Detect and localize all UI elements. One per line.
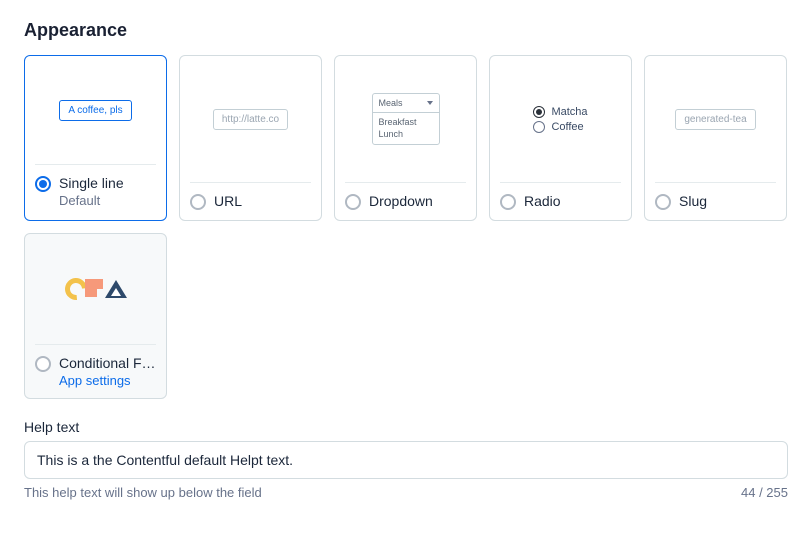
mini-radio-preview: Matcha Coffee [533, 103, 587, 136]
option-radio[interactable]: Matcha Coffee Radio [489, 55, 632, 221]
mini-input-preview: A coffee, pls [59, 100, 131, 121]
help-text-input[interactable] [24, 441, 788, 479]
radio-dropdown[interactable] [345, 194, 361, 210]
option-label: Dropdown [369, 193, 433, 209]
mini-dropdown-selected: Meals [379, 98, 403, 108]
mini-radio-opt: Coffee [551, 121, 583, 133]
preview-single-line: A coffee, pls [25, 56, 166, 164]
help-text-label: Help text [24, 419, 788, 435]
mini-radio-opt: Matcha [551, 106, 587, 118]
radio-slug[interactable] [655, 194, 671, 210]
option-label: Single line [59, 175, 124, 191]
preview-url: http://latte.co [180, 56, 321, 182]
preview-radio: Matcha Coffee [490, 56, 631, 182]
radio-url[interactable] [190, 194, 206, 210]
option-label: Conditional Fields [59, 355, 156, 371]
cfa-logo-icon [65, 278, 127, 300]
mini-dropdown-opt: Breakfast [379, 117, 433, 129]
preview-slug: generated-tea [645, 56, 786, 182]
option-dropdown[interactable]: Meals Breakfast Lunch Dropdown [334, 55, 477, 221]
mini-radio-dot-icon [533, 121, 545, 133]
help-text-counter: 44 / 255 [741, 485, 788, 500]
option-url[interactable]: http://latte.co URL [179, 55, 322, 221]
preview-app [25, 234, 166, 344]
preview-dropdown: Meals Breakfast Lunch [335, 56, 476, 182]
mini-url-preview: http://latte.co [213, 109, 288, 130]
option-label: URL [214, 193, 242, 209]
help-text-hint: This help text will show up below the fi… [24, 485, 262, 500]
option-sublabel: Default [59, 193, 124, 208]
radio-radio[interactable] [500, 194, 516, 210]
mini-dropdown-opt: Lunch [379, 129, 433, 141]
option-conditional-fields[interactable]: Conditional Fields App settings [24, 233, 167, 399]
option-label: Slug [679, 193, 707, 209]
section-title: Appearance [24, 20, 788, 41]
radio-conditional[interactable] [35, 356, 51, 372]
option-slug[interactable]: generated-tea Slug [644, 55, 787, 221]
mini-radio-dot-icon [533, 106, 545, 118]
app-settings-link[interactable]: App settings [59, 373, 156, 388]
option-single-line[interactable]: A coffee, pls Single line Default [24, 55, 167, 221]
mini-dropdown-preview: Meals Breakfast Lunch [372, 93, 440, 145]
appearance-options: A coffee, pls Single line Default http:/… [24, 55, 788, 399]
chevron-down-icon [427, 101, 433, 105]
radio-single-line[interactable] [35, 176, 51, 192]
option-label: Radio [524, 193, 561, 209]
mini-slug-preview: generated-tea [675, 109, 755, 130]
